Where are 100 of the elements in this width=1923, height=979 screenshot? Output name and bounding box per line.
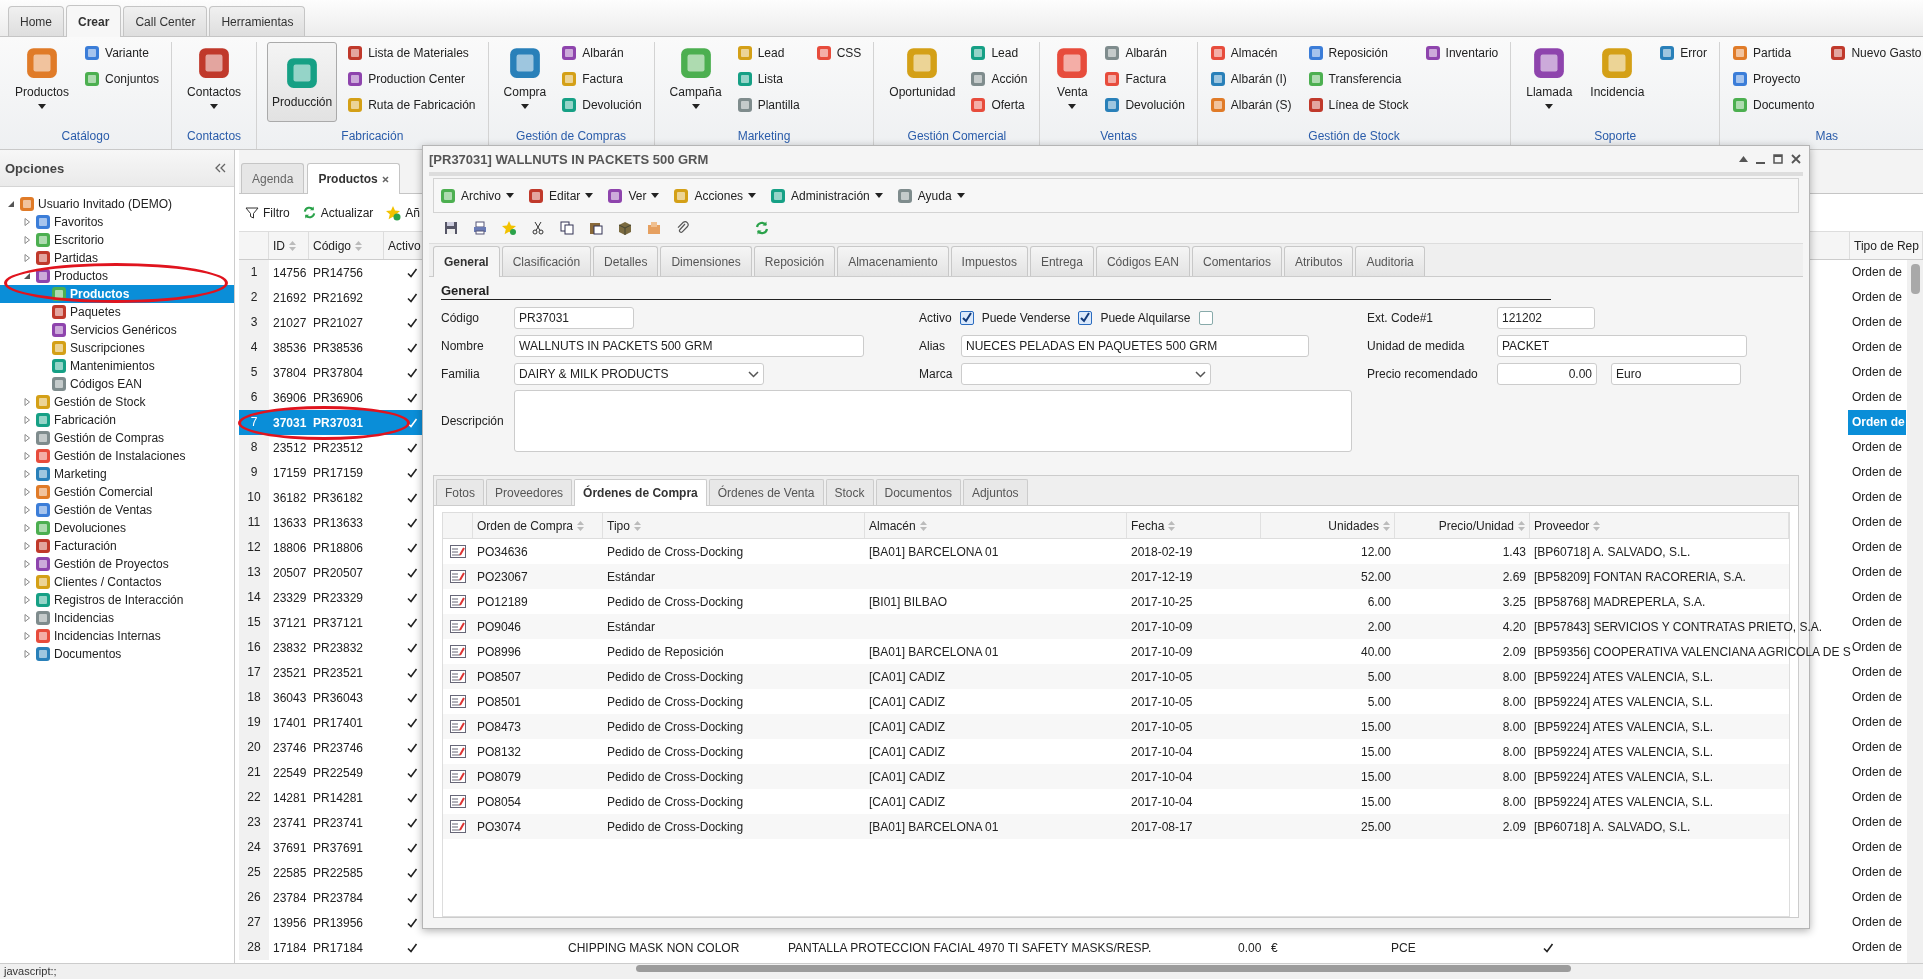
main-tab[interactable]: Agenda (241, 163, 305, 193)
ribbon-button[interactable]: Conjuntos (82, 68, 162, 90)
expand-arrow-icon[interactable] (22, 649, 32, 659)
table-row[interactable]: 12 18806 PR18806 (239, 535, 424, 560)
ribbon-tab[interactable]: Home (8, 6, 64, 36)
detail-tab[interactable]: Órdenes de Venta (708, 479, 824, 505)
expand-arrow-icon[interactable] (22, 613, 32, 623)
tree-item[interactable]: Fabricación (0, 411, 234, 429)
collapse-icon[interactable] (1739, 156, 1748, 162)
table-row[interactable]: 2 21692 PR21692 (239, 285, 424, 310)
tree-item[interactable]: Usuario Invitado (DEMO) (0, 195, 234, 213)
ribbon-button[interactable]: Proyecto (1730, 68, 1817, 90)
form-tab[interactable]: Reposición (753, 246, 836, 276)
clipboard-icon[interactable] (588, 220, 604, 236)
tree-item[interactable]: Documentos (0, 645, 234, 663)
column-header[interactable]: Unidades (1261, 513, 1395, 538)
floppy-icon[interactable] (443, 220, 459, 236)
text-field[interactable]: PACKET (1497, 335, 1747, 357)
ribbon-button[interactable]: Albarán (559, 42, 644, 64)
ribbon-button[interactable]: Partida (1730, 42, 1817, 64)
ribbon-button[interactable]: Lead (968, 42, 1030, 64)
expand-arrow-icon[interactable] (22, 451, 32, 461)
ribbon-button[interactable]: Variante (82, 42, 162, 64)
ribbon-button[interactable]: Error (1657, 42, 1710, 64)
document-icon[interactable] (450, 570, 466, 583)
ribbon-button[interactable]: Acción (968, 68, 1030, 90)
ribbon-button[interactable]: Documento (1730, 94, 1817, 116)
form-tab[interactable]: Clasificación (501, 246, 592, 276)
table-row[interactable]: 10 36182 PR36182 (239, 485, 424, 510)
menu-button[interactable]: Acciones (673, 187, 757, 204)
dropdown-field[interactable] (961, 363, 1211, 385)
tree-item[interactable]: Suscripciones (0, 339, 234, 357)
expand-arrow-icon[interactable] (22, 487, 32, 497)
ribbon-button[interactable]: Lead (734, 42, 802, 64)
menu-button[interactable]: Ayuda (896, 187, 965, 204)
ribbon-button[interactable]: Plantilla (734, 94, 802, 116)
scroll-thumb[interactable] (1911, 264, 1920, 294)
table-row[interactable]: 28 17184 PR17184 (239, 935, 424, 960)
tree-item[interactable]: Facturación (0, 537, 234, 555)
form-tab[interactable]: Códigos EAN (1095, 246, 1190, 276)
ribbon-button[interactable]: Lista (734, 68, 802, 90)
menu-button[interactable]: Editar (528, 187, 594, 204)
document-icon[interactable] (450, 670, 466, 683)
table-row[interactable]: 15 37121 PR37121 (239, 610, 424, 635)
collapse-arrow-icon[interactable] (6, 199, 16, 209)
column-header[interactable]: Almacén (865, 513, 1127, 538)
ribbon-button[interactable]: Productos (10, 42, 75, 122)
detail-tab[interactable]: Adjuntos (962, 479, 1028, 505)
document-icon[interactable] (450, 720, 466, 733)
ribbon-button[interactable]: Factura (559, 68, 644, 90)
ribbon-button[interactable]: Albarán (I) (1207, 68, 1294, 90)
tree-item[interactable]: Incidencias (0, 609, 234, 627)
ribbon-button[interactable]: Compra (498, 42, 552, 122)
table-row[interactable]: 9 17159 PR17159 (239, 460, 424, 485)
expand-arrow-icon[interactable] (22, 235, 32, 245)
toolbar-button[interactable]: Añ (383, 204, 423, 221)
ribbon-button[interactable]: Campaña (664, 42, 727, 122)
ribbon-button[interactable]: Llamada (1521, 42, 1578, 122)
ribbon-button[interactable]: Reposición (1305, 42, 1411, 64)
column-header[interactable]: Tipo (603, 513, 865, 538)
expand-arrow-icon[interactable] (22, 541, 32, 551)
number-field[interactable]: 0.00 (1497, 363, 1597, 385)
ribbon-button[interactable]: Oferta (968, 94, 1030, 116)
detail-tab[interactable]: Proveedores (486, 479, 573, 505)
expand-arrow-icon[interactable] (22, 595, 32, 605)
ribbon-button[interactable]: Lista de Materiales (345, 42, 478, 64)
tree-item[interactable]: Gestión de Proyectos (0, 555, 234, 573)
ribbon-button[interactable]: Venta (1050, 42, 1095, 122)
text-field[interactable]: PR37031 (514, 307, 634, 329)
tree-item[interactable]: Códigos EAN (0, 375, 234, 393)
column-header[interactable]: ID (269, 232, 309, 259)
form-tab[interactable]: Impuestos (950, 246, 1028, 276)
close-icon[interactable] (381, 175, 389, 183)
document-icon[interactable] (450, 645, 466, 658)
tree-item[interactable]: Escritorio (0, 231, 234, 249)
table-row[interactable]: 27 13956 PR13956 (239, 910, 424, 935)
form-tab[interactable]: Detalles (593, 246, 659, 276)
table-row[interactable]: 5 37804 PR37804 (239, 360, 424, 385)
table-row[interactable]: 20 23746 PR23746 (239, 735, 424, 760)
ribbon-tab[interactable]: Crear (66, 5, 122, 37)
ribbon-button[interactable]: Almacén (1207, 42, 1294, 64)
table-row[interactable]: 24 37691 PR37691 (239, 835, 424, 860)
text-field[interactable]: WALLNUTS IN PACKETS 500 GRM (514, 335, 864, 357)
ribbon-button[interactable]: Devolución (559, 94, 644, 116)
form-tab[interactable]: Dimensiones (660, 246, 752, 276)
ribbon-button[interactable]: Inventario (1422, 42, 1501, 64)
table-row[interactable]: 13 20507 PR20507 (239, 560, 424, 585)
paperclip-icon[interactable] (675, 220, 691, 236)
table-row[interactable]: 1 14756 PR14756 (239, 260, 424, 285)
ribbon-button[interactable]: Production Center (345, 68, 478, 90)
scroll-thumb[interactable] (636, 965, 1571, 972)
ribbon-button[interactable]: Producción (267, 42, 338, 122)
tree-item[interactable]: Mantenimientos (0, 357, 234, 375)
text-field[interactable]: 121202 (1497, 307, 1595, 329)
table-row[interactable]: 6 36906 PR36906 (239, 385, 424, 410)
scrollbar[interactable] (1907, 260, 1923, 963)
table-row[interactable]: 16 23832 PR23832 (239, 635, 424, 660)
expand-arrow-icon[interactable] (22, 415, 32, 425)
expand-arrow-icon[interactable] (22, 523, 32, 533)
checkbox[interactable] (1198, 311, 1213, 325)
